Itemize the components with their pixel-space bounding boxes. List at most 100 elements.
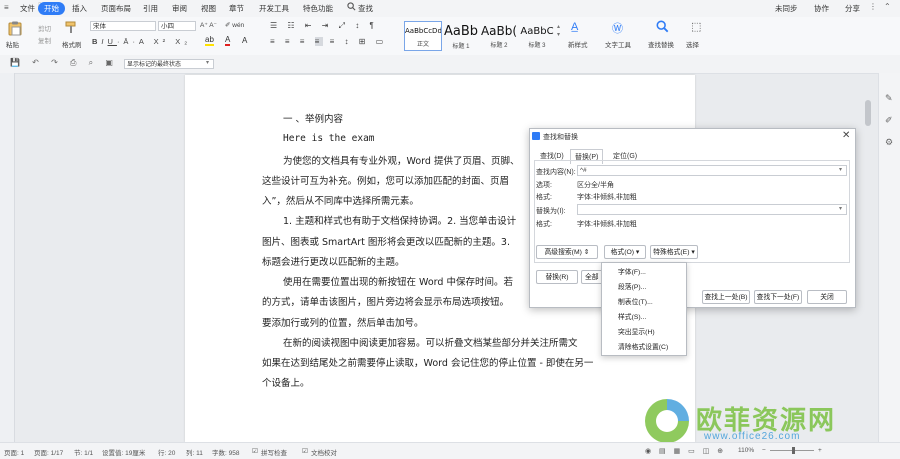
text-tools-button[interactable]: 文字工具: [605, 39, 631, 49]
doc-line: 个设备上。: [262, 378, 310, 389]
search-icon[interactable]: [347, 2, 356, 11]
list-icons[interactable]: ☰ ☷ ⇤ ⇥ ⤢ ↕ ¶: [270, 21, 378, 31]
close-button[interactable]: 关闭: [807, 290, 847, 304]
status-zoom[interactable]: 110%: [738, 447, 754, 454]
format-painter-label[interactable]: 格式刷: [62, 39, 82, 49]
select-button[interactable]: 选择: [686, 39, 699, 49]
highlight-icon[interactable]: ab: [205, 36, 214, 46]
style-heading2[interactable]: AaBb( 标题 2: [480, 21, 518, 51]
proof-icon: ☑: [302, 448, 308, 455]
menu-tab-view[interactable]: 视图: [201, 3, 216, 14]
close-icon[interactable]: ✕: [842, 130, 850, 141]
zoom-minus-icon[interactable]: −: [762, 447, 766, 454]
style-heading1[interactable]: AaBb 标题 1: [442, 21, 480, 51]
style-heading3[interactable]: AaBbC 标题 3: [518, 21, 556, 51]
pen-icon[interactable]: ✐: [885, 115, 893, 126]
select-icon[interactable]: ⬚: [691, 20, 701, 33]
find-previous-button[interactable]: 查找上一处(B): [702, 290, 750, 304]
font-size-select[interactable]: 小四: [158, 21, 196, 31]
right-sidebar: ✎ ✐ ⚙: [878, 73, 900, 442]
menu-item-font[interactable]: 字体(F)...: [618, 266, 646, 276]
clear-format-icon[interactable]: ✐ wén: [225, 21, 244, 29]
advanced-search-button[interactable]: 高级搜索(M) ⇕: [536, 245, 598, 259]
menu-item-paragraph[interactable]: 段落(P)...: [618, 281, 646, 291]
font-style-icons[interactable]: BIU·Ā·A X² X₂: [92, 37, 191, 46]
zoom-plus-icon[interactable]: +: [818, 447, 822, 454]
menu-item-style[interactable]: 样式(S)...: [618, 311, 646, 321]
menu-item-highlight[interactable]: 突出显示(H): [618, 326, 655, 336]
find-label: 查找内容(N):: [536, 169, 576, 176]
find-replace-button[interactable]: 查找替换: [648, 39, 674, 49]
chevron-down-icon[interactable]: ▾: [839, 166, 842, 173]
chevron-down-icon[interactable]: ▾: [839, 205, 842, 212]
menu-tab-home[interactable]: 开始: [38, 2, 65, 15]
font-name-select[interactable]: 宋体: [90, 21, 156, 31]
format-label: 格式:: [536, 194, 552, 201]
new-style-icon[interactable]: A̲: [571, 21, 578, 33]
sync-status[interactable]: 未同步: [775, 3, 798, 14]
status-proof[interactable]: 文档校对: [311, 447, 337, 457]
format-value: 字体:非倾斜,非加粗: [577, 194, 637, 201]
menu-tab-insert[interactable]: 插入: [72, 3, 87, 14]
hamburger-icon[interactable]: ≡: [4, 3, 9, 12]
style-normal[interactable]: AaBbCcDd 正文: [404, 21, 442, 51]
track-mode-dropdown-icon[interactable]: ▾: [206, 59, 209, 66]
new-style-button[interactable]: 新样式: [568, 39, 588, 49]
watermark-logo: [642, 396, 692, 446]
find-next-button[interactable]: 查找下一处(F): [754, 290, 802, 304]
menu-tab-features[interactable]: 特色功能: [303, 3, 333, 14]
char-border-icon[interactable]: A: [242, 36, 247, 45]
format-dropdown-menu: 字体(F)... 段落(P)... 制表位(T)... 样式(S)... 突出显…: [601, 262, 687, 356]
format2-label: 格式:: [536, 221, 552, 228]
menu-search[interactable]: 查找: [358, 3, 373, 14]
doc-line: Here is the exam: [283, 133, 375, 144]
font-grow-icon[interactable]: A⁺ A⁻: [200, 21, 217, 29]
replace-label: 替换为(I):: [536, 208, 566, 215]
styles-scroll-icon[interactable]: ▴ ▾: [557, 23, 560, 39]
menu-tab-chapter[interactable]: 章节: [229, 3, 244, 14]
vertical-scrollbar[interactable]: [865, 100, 871, 126]
quick-toolbar: 💾 ↶ ↷ ⎙ ⌕ ▣ 显示标记的最终状态 ▾: [0, 55, 900, 74]
format-painter-icon[interactable]: [65, 21, 77, 34]
menu-tab-review[interactable]: 审阅: [172, 3, 187, 14]
quick-icons[interactable]: 💾 ↶ ↷ ⎙ ⌕ ▣: [10, 58, 118, 68]
copy-button[interactable]: 复制: [38, 35, 51, 45]
doc-line: 在新的阅读视图中阅读更加容易。可以折叠文档某些部分并关注所需文: [283, 338, 578, 349]
replace-button[interactable]: 替换(R): [536, 270, 578, 284]
special-format-button[interactable]: 特殊格式(E) ▾: [650, 245, 698, 259]
menu-file[interactable]: 文件: [20, 3, 35, 14]
status-words[interactable]: 字数: 958: [212, 447, 239, 457]
ribbon: 粘贴 剪切 复制 格式刷 宋体 小四 A⁺ A⁻ ✐ wén BIU·Ā·A X…: [0, 17, 900, 56]
paste-icon[interactable]: [8, 21, 22, 36]
status-section: 节: 1/1: [74, 450, 94, 457]
find-replace-icon[interactable]: [656, 20, 669, 33]
view-mode-icons[interactable]: ◉ ▤ ▦ ▭ ◫ ⊕: [645, 447, 726, 455]
status-spell[interactable]: 拼写检查: [261, 447, 287, 457]
edit-icon[interactable]: ✎: [885, 93, 893, 104]
align-icons[interactable]: ≡ ≡ ≡ ≡ ≡ ↕ ⊞ ▭: [270, 37, 387, 46]
find-input[interactable]: ^#: [577, 165, 847, 176]
menu-tab-developer[interactable]: 开发工具: [259, 3, 289, 14]
paste-label[interactable]: 粘贴: [6, 39, 19, 49]
font-color-icon[interactable]: A: [225, 36, 231, 46]
options-value: 区分全/半角: [577, 182, 614, 189]
collaborate-button[interactable]: 协作: [814, 3, 829, 14]
collapse-ribbon-icon[interactable]: ⌃: [884, 2, 891, 11]
track-mode-select[interactable]: 显示标记的最终状态: [124, 59, 214, 69]
dialog-title: 查找和替换: [543, 134, 578, 141]
cut-button[interactable]: 剪切: [38, 23, 51, 33]
menu-item-clear-format[interactable]: 清除格式设置(C): [618, 341, 668, 351]
status-page-of[interactable]: 页面: 1/17: [34, 447, 63, 457]
status-page[interactable]: 页面: 1: [4, 447, 24, 457]
zoom-slider-handle[interactable]: [792, 447, 795, 454]
format-button[interactable]: 格式(O) ▾: [604, 245, 646, 259]
settings-icon[interactable]: ⚙: [885, 137, 893, 148]
more-icon[interactable]: ⋮: [869, 2, 877, 11]
dialog-app-icon: [532, 132, 540, 140]
menu-tab-layout[interactable]: 页面布局: [101, 3, 131, 14]
share-button[interactable]: 分享: [845, 3, 860, 14]
menu-item-tabs[interactable]: 制表位(T)...: [618, 296, 653, 306]
text-tools-icon[interactable]: Ⓦ: [612, 20, 623, 36]
replace-input[interactable]: [577, 204, 847, 215]
menu-tab-references[interactable]: 引用: [143, 3, 158, 14]
